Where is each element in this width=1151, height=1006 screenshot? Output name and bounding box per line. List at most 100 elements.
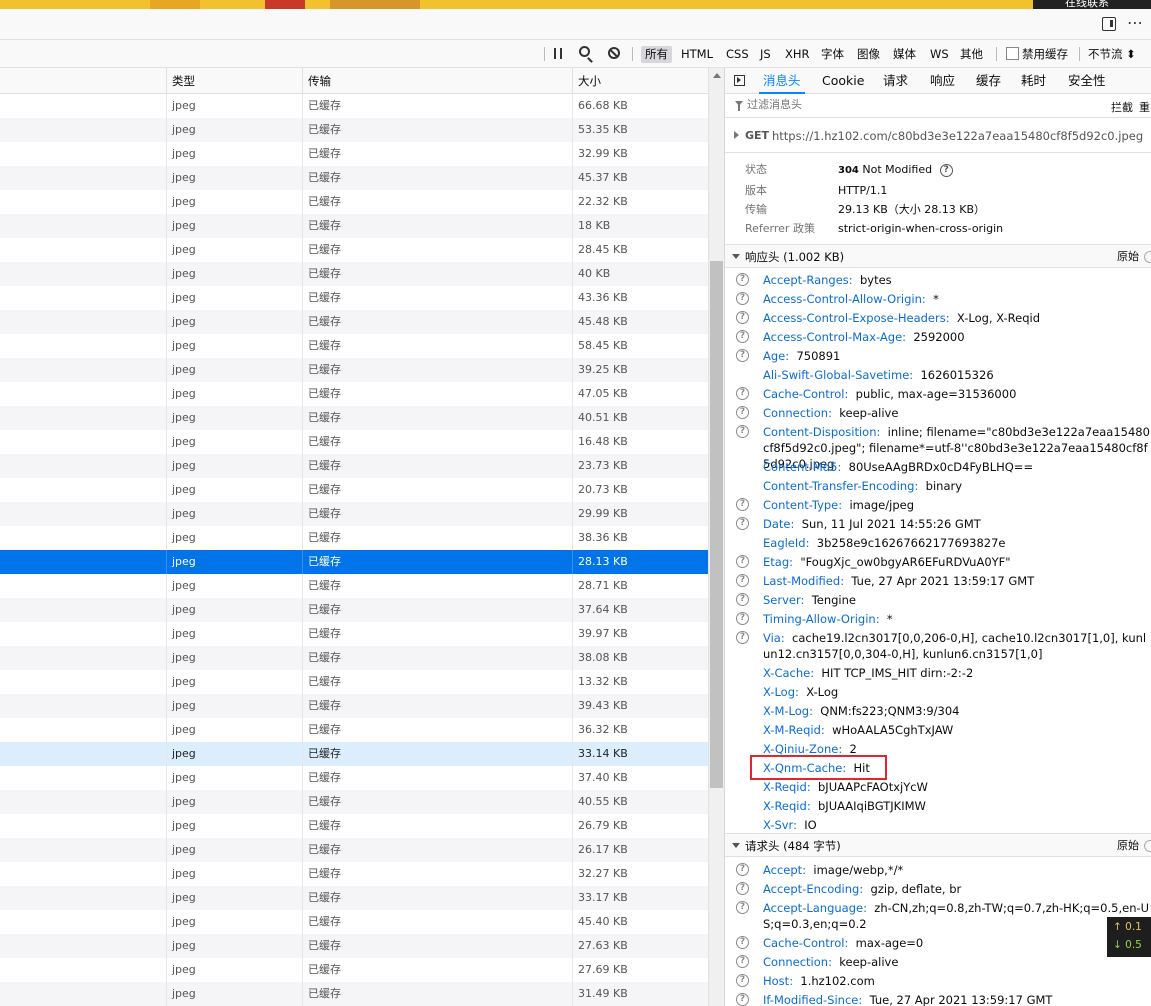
filter-5[interactable]: 字体 (817, 46, 848, 63)
more-options-icon[interactable]: ⋯ (1127, 13, 1144, 32)
table-row[interactable]: jpeg 已缓存 20.73 KB (0, 478, 708, 502)
table-row[interactable]: jpeg 已缓存 39.25 KB (0, 358, 708, 382)
header-row[interactable]: Accept-Language: zh-CN,zh;q=0.8,zh-TW;q=… (763, 900, 1151, 932)
help-icon[interactable]: ? (736, 882, 749, 895)
pause-icon[interactable] (554, 48, 562, 59)
header-row[interactable]: Cache-Control: max-age=0 (763, 935, 1151, 951)
filter-8[interactable]: WS (926, 46, 953, 63)
table-row[interactable]: jpeg 已缓存 31.49 KB (0, 982, 708, 1006)
table-row[interactable]: jpeg 已缓存 40.55 KB (0, 790, 708, 814)
table-row[interactable]: jpeg 已缓存 32.27 KB (0, 862, 708, 886)
help-icon[interactable]: ? (736, 330, 749, 343)
column-transferred[interactable]: 传输 (302, 68, 572, 94)
table-row[interactable]: jpeg 已缓存 43.36 KB (0, 286, 708, 310)
header-row[interactable]: Access-Control-Allow-Origin: * (763, 291, 1151, 307)
tab-4[interactable]: 缓存 (976, 68, 1001, 94)
table-row[interactable]: jpeg 已缓存 36.32 KB (0, 718, 708, 742)
header-row[interactable]: Cache-Control: public, max-age=31536000 (763, 386, 1151, 402)
table-row[interactable]: jpeg 已缓存 29.99 KB (0, 502, 708, 526)
tab-6[interactable]: 安全性 (1068, 68, 1106, 94)
table-row[interactable]: jpeg 已缓存 40 KB (0, 262, 708, 286)
table-row[interactable]: jpeg 已缓存 27.63 KB (0, 934, 708, 958)
scrollbar-thumb[interactable] (710, 261, 723, 788)
filter-3[interactable]: JS (756, 46, 775, 63)
table-row[interactable]: jpeg 已缓存 45.40 KB (0, 910, 708, 934)
filter-7[interactable]: 媒体 (889, 46, 920, 63)
help-icon[interactable]: ? (736, 555, 749, 568)
response-headers-section[interactable]: 响应头 (1.002 KB) 原始 (725, 244, 1151, 268)
expand-arrow-icon[interactable] (734, 131, 739, 139)
header-row[interactable]: Ali-Swift-Global-Savetime: 1626015326 (763, 367, 1151, 383)
header-row[interactable]: X-Svr: IO (763, 817, 1151, 833)
headers-filter-input[interactable] (747, 98, 1047, 111)
help-icon[interactable]: ? (736, 993, 749, 1006)
throttle-select[interactable]: 不节流 ⬍ (1088, 46, 1136, 63)
help-icon[interactable]: ? (736, 406, 749, 419)
contact-banner-text[interactable]: 在线联系 (1033, 0, 1151, 9)
header-row[interactable]: X-Log: X-Log (763, 684, 1151, 700)
header-row[interactable]: X-Cache: HIT TCP_IMS_HIT dirn:-2:-2 (763, 665, 1151, 681)
header-row[interactable]: Access-Control-Expose-Headers: X-Log, X-… (763, 310, 1151, 326)
tab-5[interactable]: 耗时 (1021, 68, 1046, 94)
header-row[interactable]: X-M-Reqid: wHoAALA5CghTxJAW (763, 722, 1151, 738)
help-icon[interactable]: ? (736, 863, 749, 876)
help-icon[interactable]: ? (736, 955, 749, 968)
header-row[interactable]: Host: 1.hz102.com (763, 973, 1151, 989)
tab-1[interactable]: Cookie (822, 68, 864, 94)
block-icon[interactable] (608, 47, 620, 59)
raw-toggle-label[interactable]: 原始 (1117, 834, 1139, 858)
header-row[interactable]: Accept-Ranges: bytes (763, 272, 1151, 288)
table-row[interactable]: jpeg 已缓存 45.48 KB (0, 310, 708, 334)
table-row[interactable]: jpeg 已缓存 47.05 KB (0, 382, 708, 406)
table-row[interactable]: jpeg 已缓存 13.32 KB (0, 670, 708, 694)
collapse-arrow-icon[interactable] (732, 254, 740, 259)
header-row[interactable]: X-Reqid: bJUAAPcFAOtxjYcW (763, 779, 1151, 795)
help-icon[interactable]: ? (939, 163, 953, 177)
header-row[interactable]: Accept: image/webp,*/* (763, 862, 1151, 878)
filter-2[interactable]: CSS (722, 46, 753, 63)
table-row[interactable]: jpeg 已缓存 38.36 KB (0, 526, 708, 550)
header-row[interactable]: X-Reqid: bJUAAIqiBGTJKIMW (763, 798, 1151, 814)
header-row[interactable]: Content-Transfer-Encoding: binary (763, 478, 1151, 494)
collapse-arrow-icon[interactable] (732, 843, 740, 848)
help-icon[interactable]: ? (736, 425, 749, 438)
request-url[interactable]: https://1.hz102.com/c80bd3e3e122a7eaa154… (772, 129, 1143, 143)
header-row[interactable]: Date: Sun, 11 Jul 2021 14:55:26 GMT (763, 516, 1151, 532)
tab-0[interactable]: 消息头 (759, 68, 804, 94)
table-row[interactable]: jpeg 已缓存 26.17 KB (0, 838, 708, 862)
filter-4[interactable]: XHR (781, 46, 814, 63)
header-row[interactable]: Connection: keep-alive (763, 954, 1151, 970)
header-row[interactable]: Via: cache19.l2cn3017[0,0,206-0,H], cach… (763, 630, 1151, 662)
table-row[interactable]: jpeg 已缓存 39.97 KB (0, 622, 708, 646)
search-icon[interactable] (579, 46, 590, 57)
help-icon[interactable]: ? (736, 631, 749, 644)
filter-6[interactable]: 图像 (853, 46, 884, 63)
table-row[interactable]: jpeg 已缓存 22.32 KB (0, 190, 708, 214)
disable-cache-checkbox[interactable] (1006, 47, 1019, 60)
dock-icon[interactable] (1102, 17, 1116, 31)
table-row[interactable]: jpeg 已缓存 58.45 KB (0, 334, 708, 358)
table-row[interactable]: jpeg 已缓存 23.73 KB (0, 454, 708, 478)
help-icon[interactable]: ? (736, 612, 749, 625)
header-row[interactable]: Etag: "FougXjc_ow0bgyAR6EFuRDVuA0YF" (763, 554, 1151, 570)
table-row[interactable]: jpeg 已缓存 27.69 KB (0, 958, 708, 982)
help-icon[interactable]: ? (736, 349, 749, 362)
header-row[interactable]: Content-Md5: 80UseAAgBRDx0cD4FyBLHQ== (763, 459, 1151, 475)
header-row[interactable]: Content-Type: image/jpeg (763, 497, 1151, 513)
scroll-up-arrow-icon[interactable] (713, 73, 721, 78)
disable-cache-label[interactable]: 禁用缓存 (1022, 46, 1068, 63)
table-row[interactable]: jpeg 已缓存 26.79 KB (0, 814, 708, 838)
help-icon[interactable]: ? (736, 593, 749, 606)
tab-3[interactable]: 响应 (930, 68, 955, 94)
resend-button[interactable]: 重 (1139, 99, 1150, 115)
header-row[interactable]: EagleId: 3b258e9c16267662177693827e (763, 535, 1151, 551)
header-row[interactable]: If-Modified-Since: Tue, 27 Apr 2021 13:5… (763, 992, 1151, 1006)
help-icon[interactable]: ? (736, 498, 749, 511)
table-row[interactable]: jpeg 已缓存 38.08 KB (0, 646, 708, 670)
request-headers-section[interactable]: 请求头 (484 字节) 原始 (725, 833, 1151, 857)
filter-9[interactable]: 其他 (956, 46, 987, 63)
table-row[interactable]: jpeg 已缓存 37.64 KB (0, 598, 708, 622)
table-row[interactable]: jpeg 已缓存 28.45 KB (0, 238, 708, 262)
table-row[interactable]: jpeg 已缓存 28.13 KB (0, 550, 708, 574)
list-scrollbar[interactable] (708, 68, 724, 1006)
